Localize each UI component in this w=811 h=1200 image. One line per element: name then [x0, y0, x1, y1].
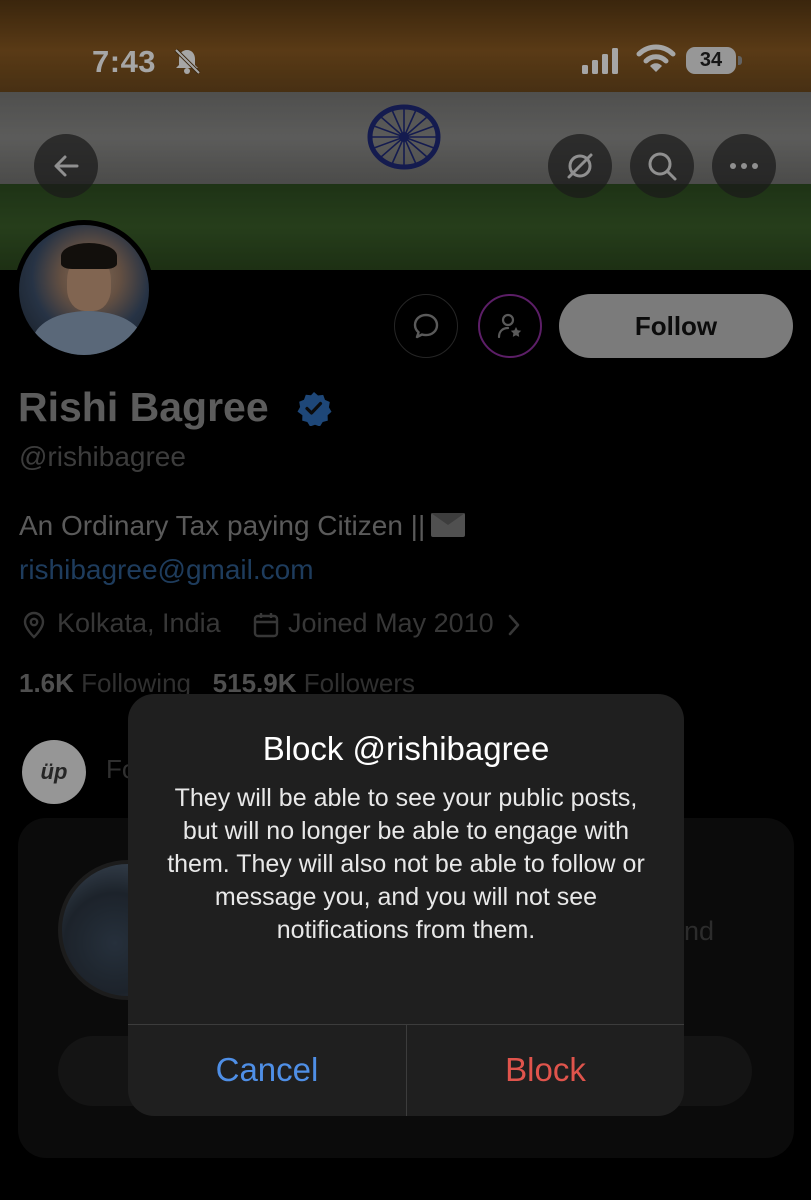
block-dialog: Block @rishibagree They will be able to …	[128, 694, 684, 1116]
dialog-title: Block @rishibagree	[262, 730, 550, 767]
block-button[interactable]: Block	[407, 1024, 684, 1116]
dialog-message: They will be able to see your public pos…	[167, 784, 645, 944]
cancel-button[interactable]: Cancel	[128, 1024, 406, 1116]
